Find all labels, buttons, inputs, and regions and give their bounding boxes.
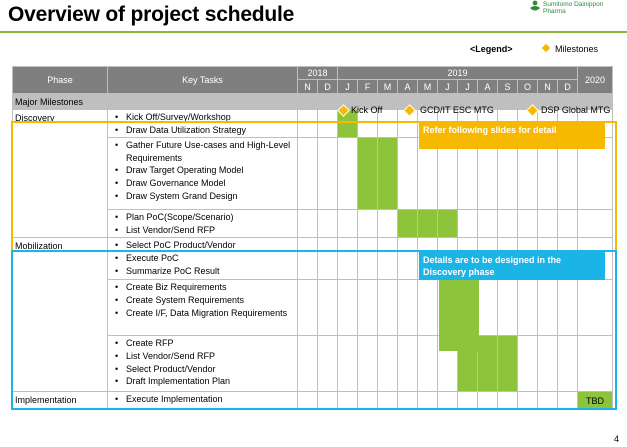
task-item: List Vendor/Send RFP	[115, 224, 295, 237]
header-phase: Phase	[12, 66, 108, 94]
month-header: N	[537, 79, 558, 94]
task-item: Create Biz Requirements	[115, 281, 295, 294]
task-group: Select PoC Product/Vendor Execute PoC Su…	[107, 237, 298, 281]
tbd-cell: TBD	[577, 391, 614, 411]
month-header: M	[417, 79, 438, 94]
task-item: Select Product/Vendor	[115, 363, 295, 376]
gantt-bar	[437, 209, 458, 239]
task-group: Plan PoC(Scope/Scenario) List Vendor/Sen…	[107, 209, 298, 239]
task-item: Plan PoC(Scope/Scenario)	[115, 211, 295, 224]
task-item: List Vendor/Send RFP	[115, 350, 295, 363]
schedule-table: Phase Key Tasks 2018 2019 2020 N D J F M…	[12, 66, 614, 411]
discovery-note: Refer following slides for detail	[419, 122, 605, 149]
task-item: Select PoC Product/Vendor	[115, 239, 295, 252]
gantt-bar	[377, 137, 398, 211]
logo-line-2: Pharma	[543, 8, 566, 15]
logo-line-1: Sumitomo Dainippon	[543, 1, 604, 8]
gantt-bar	[417, 209, 438, 239]
task-item: Draw Target Operating Model	[115, 164, 295, 177]
month-header: J	[457, 79, 478, 94]
page-number: 4	[613, 434, 619, 444]
task-item: Kick Off/Survey/Workshop	[115, 111, 295, 124]
header-year-2019: 2019	[336, 66, 579, 80]
month-header: O	[517, 79, 538, 94]
gantt-bar	[477, 335, 498, 393]
task-item: Draw Data Utilization Strategy	[115, 124, 295, 137]
task-group: Create Biz Requirements Create System Re…	[107, 279, 298, 337]
logo-text: Sumitomo Dainippon Pharma	[543, 1, 603, 15]
legend-milestone-text: Milestones	[555, 44, 599, 54]
task-group: Gather Future Use-cases and High-Level R…	[107, 137, 298, 211]
milestone-diamond-icon	[541, 43, 551, 53]
gantt-bar	[439, 280, 479, 294]
milestone-dsp-global: DSP Global MTG	[541, 105, 611, 115]
gantt-bar	[357, 137, 378, 211]
month-header: D	[317, 79, 338, 94]
task-item: Draw System Grand Design	[115, 190, 295, 203]
task-item: Create System Requirements	[115, 294, 295, 307]
task-item: Draft Implementation Plan	[115, 375, 295, 388]
task-item: Gather Future Use-cases and High-Level R…	[115, 139, 295, 164]
gantt-bar	[439, 294, 479, 351]
task-item: Summarize PoC Result	[115, 265, 295, 278]
page-title: Overview of project schedule	[8, 3, 295, 26]
logo-mark-icon	[530, 0, 540, 11]
month-header: S	[497, 79, 518, 94]
task-group: Execute Implementation	[107, 391, 298, 411]
phase-mobilization: Mobilization	[12, 237, 108, 393]
month-header: N	[297, 79, 318, 94]
month-header: J	[437, 79, 458, 94]
month-header: J	[337, 79, 358, 94]
phase-implementation: Implementation	[12, 391, 108, 411]
mobilization-note: Details are to be designed in the Discov…	[419, 252, 605, 280]
header-key-tasks: Key Tasks	[107, 66, 298, 94]
task-item: Create I/F, Data Migration Requirements	[115, 307, 295, 320]
phase-discovery: Discovery	[12, 108, 108, 239]
task-item: Draw Governance Model	[115, 177, 295, 190]
major-milestones-label: Major Milestones	[12, 93, 298, 110]
header-year-2018: 2018	[297, 66, 338, 80]
task-item: Execute PoC	[115, 252, 295, 265]
month-header: D	[556, 79, 579, 94]
company-logo: Sumitomo Dainippon Pharma	[529, 0, 625, 28]
task-item: Create RFP	[115, 337, 295, 350]
gantt-bar	[497, 335, 518, 393]
task-item: Execute Implementation	[115, 393, 295, 406]
milestone-gcd-it: GCD/IT ESC MTG	[420, 105, 494, 115]
month-header: A	[477, 79, 498, 94]
legend-milestone: Milestones	[541, 43, 599, 54]
gantt-bar	[397, 209, 418, 239]
task-group: Create RFP List Vendor/Send RFP Select P…	[107, 335, 298, 393]
month-header: M	[377, 79, 398, 94]
title-rule	[0, 31, 627, 33]
milestone-kick-off: Kick Off	[351, 105, 383, 115]
month-header: A	[397, 79, 418, 94]
header-year-2020: 2020	[577, 66, 614, 94]
legend-label: <Legend>	[470, 44, 513, 54]
task-group: Kick Off/Survey/Workshop Draw Data Utili…	[107, 108, 298, 139]
month-header: F	[357, 79, 378, 94]
